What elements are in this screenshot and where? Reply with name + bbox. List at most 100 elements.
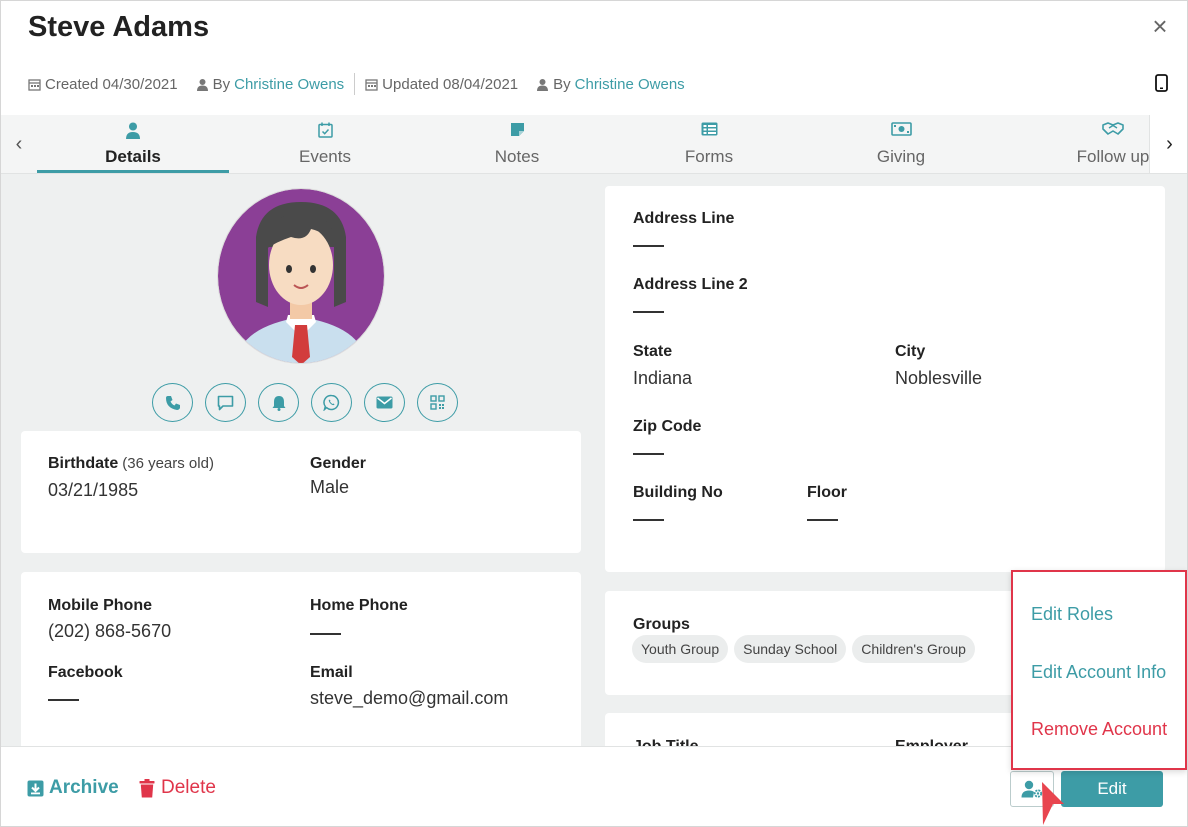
employer-label: Employer	[895, 738, 968, 746]
tab-label: Details	[105, 147, 161, 166]
tab-label: Notes	[494, 147, 540, 166]
page-title: Steve Adams	[28, 11, 210, 43]
address-line-label: Address Line	[633, 210, 735, 227]
list-icon	[701, 122, 717, 136]
tab-forms[interactable]: Forms	[613, 115, 805, 173]
created-date: Created 04/30/2021	[45, 75, 178, 93]
address-line-2-label: Address Line 2	[633, 276, 748, 293]
handshake-icon	[1102, 122, 1124, 135]
tab-label: Giving	[876, 147, 926, 166]
whatsapp-button[interactable]	[311, 383, 352, 422]
modal-footer: Archive Delete Edit	[1, 746, 1187, 826]
tab-bar: ‹ Details Events Notes Forms Giving Foll…	[1, 115, 1187, 174]
by-prefix: By	[212, 75, 231, 93]
calendar-icon	[28, 78, 41, 91]
zip-code-label: Zip Code	[633, 418, 702, 435]
tab-label: Forms	[684, 147, 734, 166]
empty-value-dash	[310, 633, 341, 635]
city-label: City	[895, 343, 926, 360]
mobile-device-icon[interactable]	[1155, 74, 1168, 92]
money-icon	[890, 122, 912, 136]
remove-account-menu-item[interactable]: Remove Account	[1031, 719, 1167, 740]
address-card: Address Line Address Line 2 State Indian…	[605, 186, 1165, 572]
edit-roles-menu-item[interactable]: Edit Roles	[1031, 604, 1113, 625]
contact-info-card: Mobile Phone (202) 868-5670 Home Phone F…	[21, 572, 581, 746]
gender-label: Gender	[310, 455, 367, 472]
empty-value-dash	[633, 453, 664, 455]
updated-date: Updated 08/04/2021	[382, 75, 519, 93]
home-phone-label: Home Phone	[310, 597, 408, 614]
empty-value-dash	[48, 699, 79, 701]
personal-info-card: Birthdate (36 years old) 03/21/1985 Gende…	[21, 431, 581, 553]
calendar-icon	[365, 78, 378, 91]
call-button[interactable]	[152, 383, 193, 422]
archive-label: Archive	[49, 777, 119, 798]
details-panel: Birthdate (36 years old) 03/21/1985 Gende…	[1, 174, 1187, 746]
annotation-arrow-icon	[1042, 782, 1064, 825]
trash-icon	[139, 778, 155, 797]
facebook-label: Facebook	[48, 664, 123, 681]
birthdate-value: 03/21/1985	[48, 480, 139, 500]
chat-icon	[217, 395, 234, 410]
state-label: State	[633, 343, 673, 360]
delete-label: Delete	[161, 777, 216, 798]
tab-events[interactable]: Events	[229, 115, 421, 173]
user-icon	[537, 78, 549, 91]
tab-giving[interactable]: Giving	[805, 115, 997, 173]
sms-button[interactable]	[205, 383, 246, 422]
city-value: Noblesville	[895, 368, 983, 388]
notify-button[interactable]	[258, 383, 299, 422]
edit-button[interactable]: Edit	[1061, 771, 1163, 807]
created-info: Created 04/30/2021	[28, 76, 178, 93]
tab-details[interactable]: Details	[37, 115, 229, 173]
calendar-check-icon	[317, 122, 333, 138]
note-icon	[510, 123, 524, 136]
gender-value: Male	[310, 477, 350, 497]
archive-icon	[27, 780, 44, 796]
avatar	[217, 188, 385, 364]
meta-divider	[354, 73, 356, 95]
birthdate-label: Birthdate (36 years old)	[48, 455, 214, 472]
edit-account-info-menu-item[interactable]: Edit Account Info	[1031, 662, 1166, 683]
building-no-label: Building No	[633, 484, 723, 501]
delete-button[interactable]: Delete	[139, 777, 216, 799]
updated-by-link[interactable]: Christine Owens	[575, 76, 685, 93]
state-value: Indiana	[633, 368, 693, 388]
record-meta: Created 04/30/2021 By Christine Owens Up…	[28, 73, 703, 95]
groups-label: Groups	[633, 616, 690, 633]
empty-value-dash	[633, 519, 664, 521]
close-icon[interactable]: ×	[1149, 13, 1171, 39]
email-label: Email	[310, 664, 353, 681]
group-chip[interactable]: Youth Group	[632, 635, 729, 663]
archive-button[interactable]: Archive	[27, 777, 119, 799]
group-chip[interactable]: Children's Group	[852, 635, 975, 663]
account-dropdown-menu: Edit Roles Edit Account Info Remove Acco…	[1011, 570, 1187, 770]
tab-scroll-right-icon[interactable]: ›	[1149, 115, 1187, 173]
created-by-link[interactable]: Christine Owens	[234, 76, 344, 93]
tab-scroll-left-icon[interactable]: ‹	[1, 115, 37, 173]
envelope-icon	[376, 396, 393, 409]
empty-value-dash	[633, 311, 664, 313]
group-chips: Youth Group Sunday School Children's Gro…	[632, 635, 981, 663]
created-by-info: By Christine Owens	[196, 75, 344, 93]
user-icon	[196, 78, 208, 91]
bell-icon	[272, 395, 285, 411]
email-value: steve_demo@gmail.com	[310, 688, 509, 708]
contact-detail-modal: Steve Adams × Created 04/30/2021 By Chri…	[0, 0, 1188, 827]
email-button[interactable]	[364, 383, 405, 422]
empty-value-dash	[633, 245, 664, 247]
age-note: (36 years old)	[122, 455, 214, 472]
mobile-phone-value: (202) 868-5670	[48, 621, 172, 641]
tab-follow-up[interactable]: Follow up	[997, 115, 1149, 173]
phone-icon	[165, 395, 180, 410]
qr-code-button[interactable]	[417, 383, 458, 422]
mobile-phone-label: Mobile Phone	[48, 597, 152, 614]
empty-value-dash	[807, 519, 838, 521]
tab-notes[interactable]: Notes	[421, 115, 613, 173]
tab-label: Events	[299, 147, 351, 166]
qr-code-icon	[430, 395, 445, 410]
job-title-label: Job Title	[633, 738, 699, 746]
floor-label: Floor	[807, 484, 847, 501]
group-chip[interactable]: Sunday School	[734, 635, 847, 663]
quick-actions	[152, 383, 470, 422]
